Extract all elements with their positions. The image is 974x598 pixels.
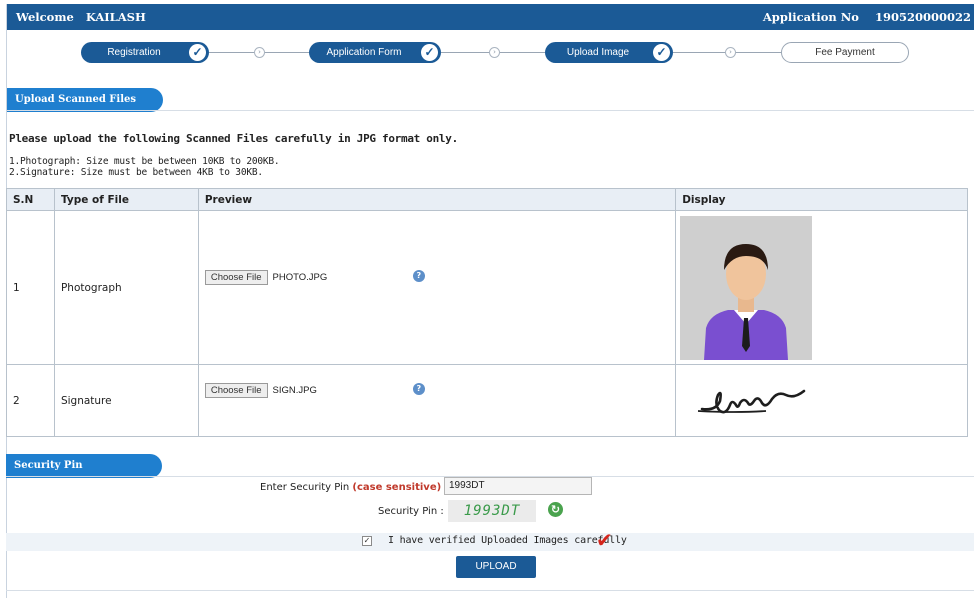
step-upload-image[interactable]: Upload Image ✓: [545, 42, 673, 63]
red-check-icon: ✔: [596, 528, 613, 552]
step-label: Application Form: [326, 47, 402, 58]
security-section-tab: Security Pin: [6, 454, 162, 478]
case-sensitive-note: (case sensitive): [352, 482, 442, 493]
table-row: 2 Signature Choose File SIGN.JPG ?: [6, 364, 968, 437]
person-avatar-icon: [680, 215, 813, 360]
row-type: Photograph: [53, 210, 199, 365]
row-sn: 1: [6, 210, 55, 365]
verify-checkbox[interactable]: ✓: [362, 536, 372, 546]
choose-file-button[interactable]: Choose File: [204, 383, 268, 398]
signature-file-input: Choose File SIGN.JPG ?: [204, 381, 675, 401]
application-number: Application No 190520000022: [763, 10, 971, 24]
row-preview: Choose File SIGN.JPG ?: [197, 364, 677, 437]
step-registration[interactable]: Registration ✓: [81, 42, 209, 63]
divider: [7, 110, 974, 111]
files-table: S.N Type of File Preview Display 1 Photo…: [6, 188, 968, 437]
check-icon: ✓: [421, 44, 438, 61]
selected-filename: SIGN.JPG: [272, 385, 317, 396]
enter-pin-text: Enter Security Pin: [260, 482, 350, 493]
upload-section-tab: Upload Scanned Files: [7, 88, 163, 112]
verify-label: I have verified Uploaded Images carefull…: [388, 535, 627, 546]
welcome-text: Welcome KAILASH: [16, 10, 146, 24]
help-icon[interactable]: ?: [412, 382, 425, 395]
photo-preview-image: [680, 215, 813, 360]
selected-filename: PHOTO.JPG: [272, 272, 328, 283]
captcha-image: 1993DT: [448, 500, 536, 522]
app-no-value: 190520000022: [874, 10, 971, 24]
app-no-label: Application No: [762, 10, 859, 24]
user-name: KAILASH: [85, 10, 146, 24]
divider: [6, 590, 974, 591]
step-fee-payment[interactable]: Fee Payment: [781, 42, 909, 63]
table-header-row: S.N Type of File Preview Display: [6, 188, 968, 211]
check-icon: ✓: [653, 44, 670, 61]
security-pin-label: Security Pin :: [378, 506, 444, 517]
column-header: Preview: [197, 188, 677, 211]
step-application-form[interactable]: Application Form ✓: [309, 42, 441, 63]
progress-steps: Registration ✓ › Application Form ✓ › Up…: [7, 30, 974, 76]
row-display: [675, 364, 968, 437]
column-header: Display: [675, 188, 968, 211]
instruction-signature: 2.Signature: Size must be between 4KB to…: [9, 167, 263, 178]
column-header: Type of File: [53, 188, 199, 211]
welcome-label: Welcome: [16, 10, 74, 24]
upload-instructions-title: Please upload the following Scanned File…: [9, 132, 458, 145]
row-sn: 2: [6, 364, 55, 437]
check-icon: ✓: [189, 44, 206, 61]
table-row: 1 Photograph Choose File PHOTO.JPG ?: [6, 210, 968, 365]
step-label: Fee Payment: [815, 47, 875, 58]
arrow-right-icon: ›: [254, 47, 265, 58]
photo-file-input: Choose File PHOTO.JPG ?: [204, 268, 675, 288]
help-icon[interactable]: ?: [412, 269, 425, 282]
signature-preview-image: [698, 389, 806, 413]
top-header-bar: Welcome KAILASH Application No 190520000…: [7, 4, 974, 30]
column-header: S.N: [6, 188, 55, 211]
upload-button[interactable]: UPLOAD: [456, 556, 536, 578]
choose-file-button[interactable]: Choose File: [204, 270, 268, 285]
arrow-right-icon: ›: [489, 47, 500, 58]
row-display: [675, 210, 968, 365]
security-pin-input[interactable]: 1993DT: [444, 477, 592, 495]
arrow-right-icon: ›: [725, 47, 736, 58]
row-type: Signature: [53, 364, 199, 437]
step-label: Upload Image: [566, 47, 630, 58]
enter-pin-label: Enter Security Pin (case sensitive) :: [260, 482, 448, 493]
step-label: Registration: [107, 47, 161, 58]
refresh-icon[interactable]: ↻: [548, 502, 563, 517]
instruction-photograph: 1.Photograph: Size must be between 10KB …: [9, 156, 280, 167]
row-preview: Choose File PHOTO.JPG ?: [197, 210, 677, 365]
